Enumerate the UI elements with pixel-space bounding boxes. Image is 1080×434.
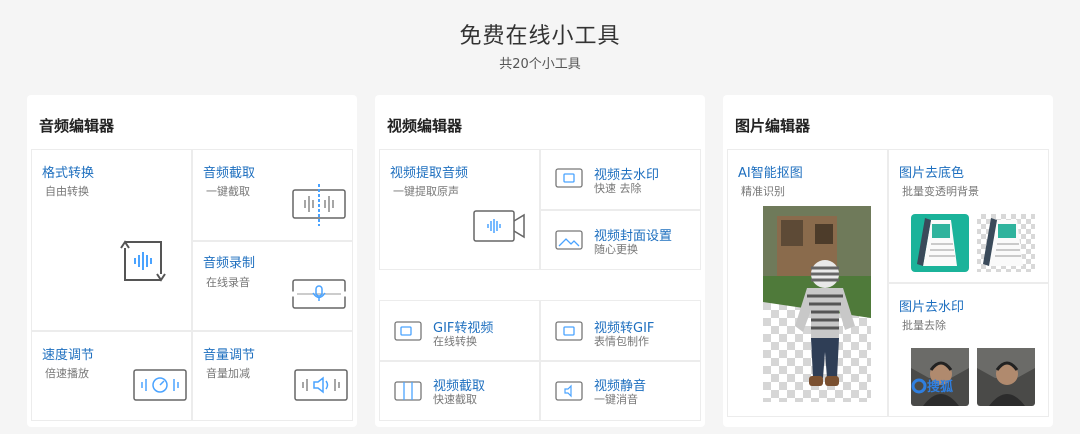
- tool-format-convert[interactable]: 格式转换 自由转换: [31, 149, 192, 331]
- tool-image-watermark-remove[interactable]: 图片去水印 批量去除 搜狐: [888, 283, 1049, 417]
- tool-desc: 随心更换: [594, 243, 638, 256]
- video-clip-icon: [394, 380, 422, 402]
- cutout-preview-image: [763, 206, 871, 402]
- speed-icon: [132, 368, 188, 402]
- tool-desc: 一键提取原声: [393, 185, 459, 198]
- tool-title: 图片去水印: [899, 300, 965, 315]
- image-icon: [555, 229, 583, 251]
- tool-title: 音频截取: [203, 166, 256, 181]
- tool-video-watermark-remove[interactable]: 视频去水印 快速 去除: [540, 149, 701, 210]
- tool-desc: 批量去除: [902, 319, 946, 332]
- video-extract-icon: [472, 208, 528, 244]
- tool-speed-adjust[interactable]: 速度调节 倍速播放: [31, 331, 192, 421]
- volume-icon: [293, 368, 349, 402]
- image-editor-panel: 图片编辑器 AI智能抠图 精准识别 图片去底色 批量变透明背景 图片去水印 批量…: [723, 95, 1053, 427]
- tool-desc: 一键截取: [206, 185, 250, 198]
- watermark-remove-preview-image: 搜狐: [911, 348, 1035, 406]
- video-panel-title: 视频编辑器: [387, 117, 463, 135]
- tool-title: AI智能抠图: [738, 166, 803, 181]
- video-watermark-icon: [555, 167, 583, 189]
- tool-image-bg-remove[interactable]: 图片去底色 批量变透明背景: [888, 149, 1049, 283]
- tool-desc: 在线转换: [433, 335, 477, 348]
- tool-audio-record[interactable]: 音频录制 在线录音: [192, 241, 353, 331]
- tool-volume-adjust[interactable]: 音量调节 音量加减: [192, 331, 353, 421]
- tool-gif-to-video[interactable]: GIF转视频 在线转换: [379, 300, 540, 361]
- video-gif-icon: [555, 320, 583, 342]
- tool-audio-cut[interactable]: 音频截取 一键截取: [192, 149, 353, 241]
- tool-desc: 表情包制作: [594, 335, 649, 348]
- tool-video-extract-audio[interactable]: 视频提取音频 一键提取原声: [379, 149, 540, 270]
- tool-desc: 快速截取: [433, 393, 477, 406]
- tool-desc: 一键消音: [594, 393, 638, 406]
- tool-title: 速度调节: [42, 348, 95, 363]
- tool-title: 图片去底色: [899, 166, 965, 181]
- tool-desc: 音量加减: [206, 367, 250, 380]
- gif-icon: [394, 320, 422, 342]
- bg-remove-preview-image: [911, 214, 1035, 272]
- page-title: 免费在线小工具: [459, 24, 621, 49]
- watermark-logo-text: 搜狐: [927, 379, 953, 395]
- mute-icon: [555, 380, 583, 402]
- tool-desc: 自由转换: [45, 185, 89, 198]
- audio-cut-icon: [291, 184, 347, 226]
- tool-desc: 倍速播放: [45, 367, 89, 380]
- tool-video-cover[interactable]: 视频封面设置 随心更换: [540, 210, 701, 270]
- tool-title: 视频提取音频: [390, 166, 469, 181]
- tool-video-clip[interactable]: 视频截取 快速截取: [379, 361, 540, 421]
- tool-title: 格式转换: [42, 166, 95, 181]
- video-editor-panel: 视频编辑器 视频提取音频 一键提取原声 视频去水印 快速 去除 视频封面设置 随…: [375, 95, 705, 427]
- tool-desc: 在线录音: [206, 276, 250, 289]
- tool-desc: 批量变透明背景: [902, 185, 979, 198]
- tool-title: 音频录制: [203, 256, 256, 271]
- format-convert-icon: [115, 234, 171, 288]
- tool-video-to-gif[interactable]: 视频转GIF 表情包制作: [540, 300, 701, 361]
- image-panel-title: 图片编辑器: [735, 117, 811, 135]
- audio-editor-panel: 音频编辑器 格式转换 自由转换 音频截取 一键截取 音频录制 在线录音 速度调节…: [27, 95, 357, 427]
- tool-video-mute[interactable]: 视频静音 一键消音: [540, 361, 701, 421]
- tool-title: 音量调节: [203, 348, 256, 363]
- audio-panel-title: 音频编辑器: [39, 117, 115, 135]
- tool-desc: 精准识别: [741, 185, 785, 198]
- microphone-icon: [291, 276, 347, 312]
- page-subtitle: 共20个小工具: [499, 57, 581, 72]
- tool-desc: 快速 去除: [594, 182, 642, 195]
- tool-ai-cutout[interactable]: AI智能抠图 精准识别: [727, 149, 888, 417]
